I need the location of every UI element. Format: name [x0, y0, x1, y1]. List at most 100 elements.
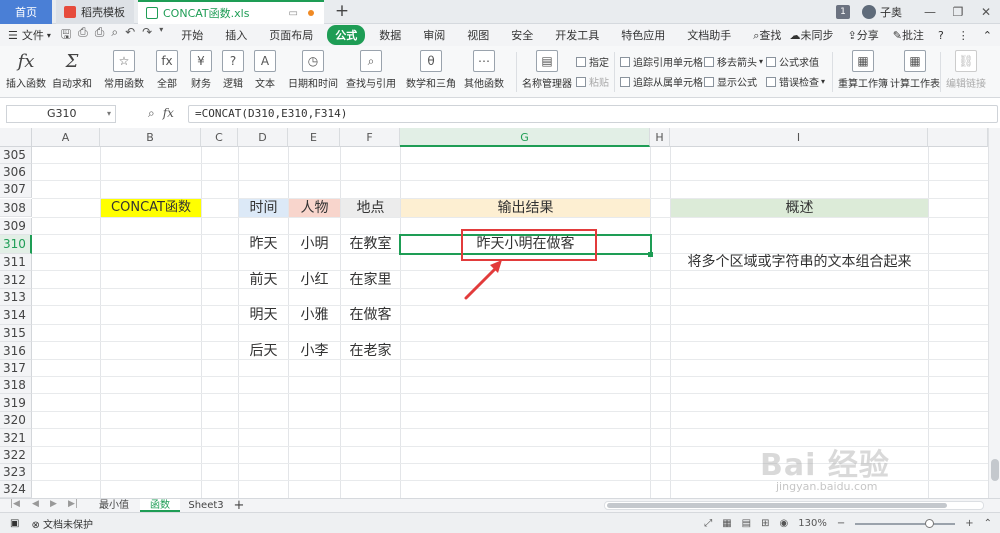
evaluate-formula-button[interactable]: 公式求值: [766, 54, 819, 69]
fill-handle[interactable]: [648, 252, 653, 257]
sync-status[interactable]: ☁未同步: [790, 27, 834, 43]
text-functions-button[interactable]: A 文本: [254, 50, 276, 90]
datetime-button[interactable]: ◷ 日期和时间: [288, 50, 338, 90]
horizontal-scrollbar-thumb[interactable]: [607, 503, 947, 508]
math-button[interactable]: θ 数学和三角: [406, 50, 456, 90]
recalc-workbook-button[interactable]: ▦ 重算工作簿: [838, 50, 888, 90]
redo-icon[interactable]: ↷: [142, 25, 152, 46]
all-functions-button[interactable]: fx 全部: [156, 50, 178, 90]
zoom-search-icon[interactable]: ⌕: [148, 106, 155, 120]
column-header-c[interactable]: C: [201, 128, 238, 147]
window-count-badge[interactable]: 1: [836, 5, 850, 19]
close-icon[interactable]: ✕: [972, 5, 1000, 19]
cell-e310[interactable]: 小明: [289, 235, 340, 254]
error-checking-button[interactable]: 错误检查 ▾: [766, 74, 825, 89]
tab-home[interactable]: 首页: [0, 0, 52, 24]
lookup-button[interactable]: ⌕ 查找与引用: [346, 50, 396, 90]
column-header-b[interactable]: B: [100, 128, 201, 147]
column-header-e[interactable]: E: [288, 128, 340, 147]
tab-insert[interactable]: 插入: [217, 25, 255, 45]
specify-button[interactable]: 指定: [576, 54, 609, 69]
trace-dependents-button[interactable]: 追踪从属单元格: [620, 74, 703, 89]
row-header-319[interactable]: 319: [0, 394, 32, 412]
logic-button[interactable]: ? 逻辑: [222, 50, 244, 90]
row-header-309[interactable]: 309: [0, 218, 32, 235]
tab-daoke-template[interactable]: 稻壳模板: [56, 0, 134, 24]
more-icon[interactable]: ⋮: [958, 29, 969, 42]
common-functions-button[interactable]: ☆ 常用函数: [104, 50, 144, 90]
prev-sheet-icon[interactable]: ◀: [32, 499, 39, 509]
cell-i308[interactable]: 概述: [671, 199, 928, 217]
zoom-out-button[interactable]: −: [837, 518, 845, 529]
zoom-slider-knob[interactable]: [925, 518, 935, 528]
page-layout-icon[interactable]: ▤: [742, 518, 751, 529]
show-formulas-button[interactable]: 显示公式: [704, 74, 757, 89]
cell-e316[interactable]: 小李: [289, 342, 340, 360]
new-tab-button[interactable]: +: [332, 2, 352, 22]
select-all-corner[interactable]: [0, 128, 32, 147]
remove-arrows-button[interactable]: 移去箭头 ▾: [704, 54, 763, 69]
tab-security[interactable]: 安全: [503, 25, 541, 45]
row-header-313[interactable]: 313: [0, 289, 32, 306]
cell-g308[interactable]: 输出结果: [401, 199, 650, 217]
tab-doc-assistant[interactable]: 文档助手: [679, 25, 739, 45]
row-header-320[interactable]: 320: [0, 412, 32, 429]
cell-i311[interactable]: 将多个区域或字符串的文本组合起来: [671, 254, 928, 271]
name-box[interactable]: G310 ▾: [6, 105, 116, 123]
user-name[interactable]: 子奥: [880, 4, 902, 20]
eye-protection-icon[interactable]: ◉: [780, 518, 789, 529]
fullscreen-icon[interactable]: ⤢: [704, 518, 712, 529]
cell-d310[interactable]: 昨天: [239, 235, 288, 254]
horizontal-scrollbar[interactable]: [604, 501, 984, 510]
sheet-tab-min[interactable]: 最小值: [92, 499, 136, 512]
row-header-324[interactable]: 324: [0, 481, 32, 498]
calc-sheet-button[interactable]: ▦ 计算工作表: [890, 50, 940, 90]
formula-input[interactable]: =CONCAT(D310,E310,F314): [188, 105, 998, 123]
sheet-tab-functions[interactable]: 函数: [140, 499, 180, 512]
vertical-scrollbar-thumb[interactable]: [991, 459, 999, 481]
row-header-305[interactable]: 305: [0, 147, 32, 164]
document-protection[interactable]: ⊗ 文档未保护: [31, 516, 93, 531]
expand-icon[interactable]: ⌃: [984, 518, 992, 529]
save-icon[interactable]: 🖫: [61, 25, 71, 46]
trace-precedents-button[interactable]: 追踪引用单元格: [620, 54, 703, 69]
zoom-slider[interactable]: [855, 518, 956, 528]
export-pdf-icon[interactable]: ⎙: [78, 25, 88, 46]
tab-file[interactable]: CONCAT函数.xls ▭: [138, 0, 324, 24]
monitor-icon[interactable]: ▭: [289, 8, 298, 19]
tab-view[interactable]: 视图: [459, 25, 497, 45]
tab-developer[interactable]: 开发工具: [547, 25, 607, 45]
file-menu[interactable]: ☰ 文件 ▾: [8, 27, 51, 43]
autosum-button[interactable]: Σ 自动求和: [52, 50, 92, 91]
comment-button[interactable]: ✎批注: [893, 27, 924, 43]
edit-links-button[interactable]: ⛓ 编辑链接: [946, 50, 986, 90]
restore-icon[interactable]: ❐: [944, 5, 972, 19]
row-header-307[interactable]: 307: [0, 181, 32, 198]
cell-b308[interactable]: CONCAT函数: [101, 199, 201, 217]
next-sheet-icon[interactable]: ▶: [50, 499, 57, 509]
first-sheet-icon[interactable]: |◀: [10, 499, 20, 509]
row-header-318[interactable]: 318: [0, 377, 32, 394]
row-header-321[interactable]: 321: [0, 429, 32, 447]
row-header-314[interactable]: 314: [0, 306, 32, 325]
row-header-315[interactable]: 315: [0, 325, 32, 342]
macro-record-icon[interactable]: ▣: [10, 518, 19, 529]
zoom-in-button[interactable]: +: [965, 518, 973, 529]
row-header-310[interactable]: 310: [0, 235, 32, 254]
undo-icon[interactable]: ↶: [125, 25, 135, 46]
cell-f310[interactable]: 在教室: [341, 235, 400, 254]
insert-function-button[interactable]: fx 插入函数: [6, 50, 46, 91]
row-header-317[interactable]: 317: [0, 360, 32, 377]
column-header-g[interactable]: G: [400, 128, 650, 147]
fx-icon[interactable]: fx: [163, 106, 174, 120]
customize-chevron-icon[interactable]: ▾: [159, 25, 163, 46]
tab-special-apps[interactable]: 特色应用: [613, 25, 673, 45]
column-header-i[interactable]: I: [670, 128, 928, 147]
column-header-blank[interactable]: [928, 128, 988, 147]
preview-icon[interactable]: ⌕: [111, 25, 118, 46]
add-sheet-button[interactable]: +: [230, 499, 248, 512]
last-sheet-icon[interactable]: ▶|: [68, 499, 78, 509]
row-header-311[interactable]: 311: [0, 254, 32, 271]
vertical-scrollbar[interactable]: [988, 128, 1000, 498]
row-header-306[interactable]: 306: [0, 164, 32, 181]
